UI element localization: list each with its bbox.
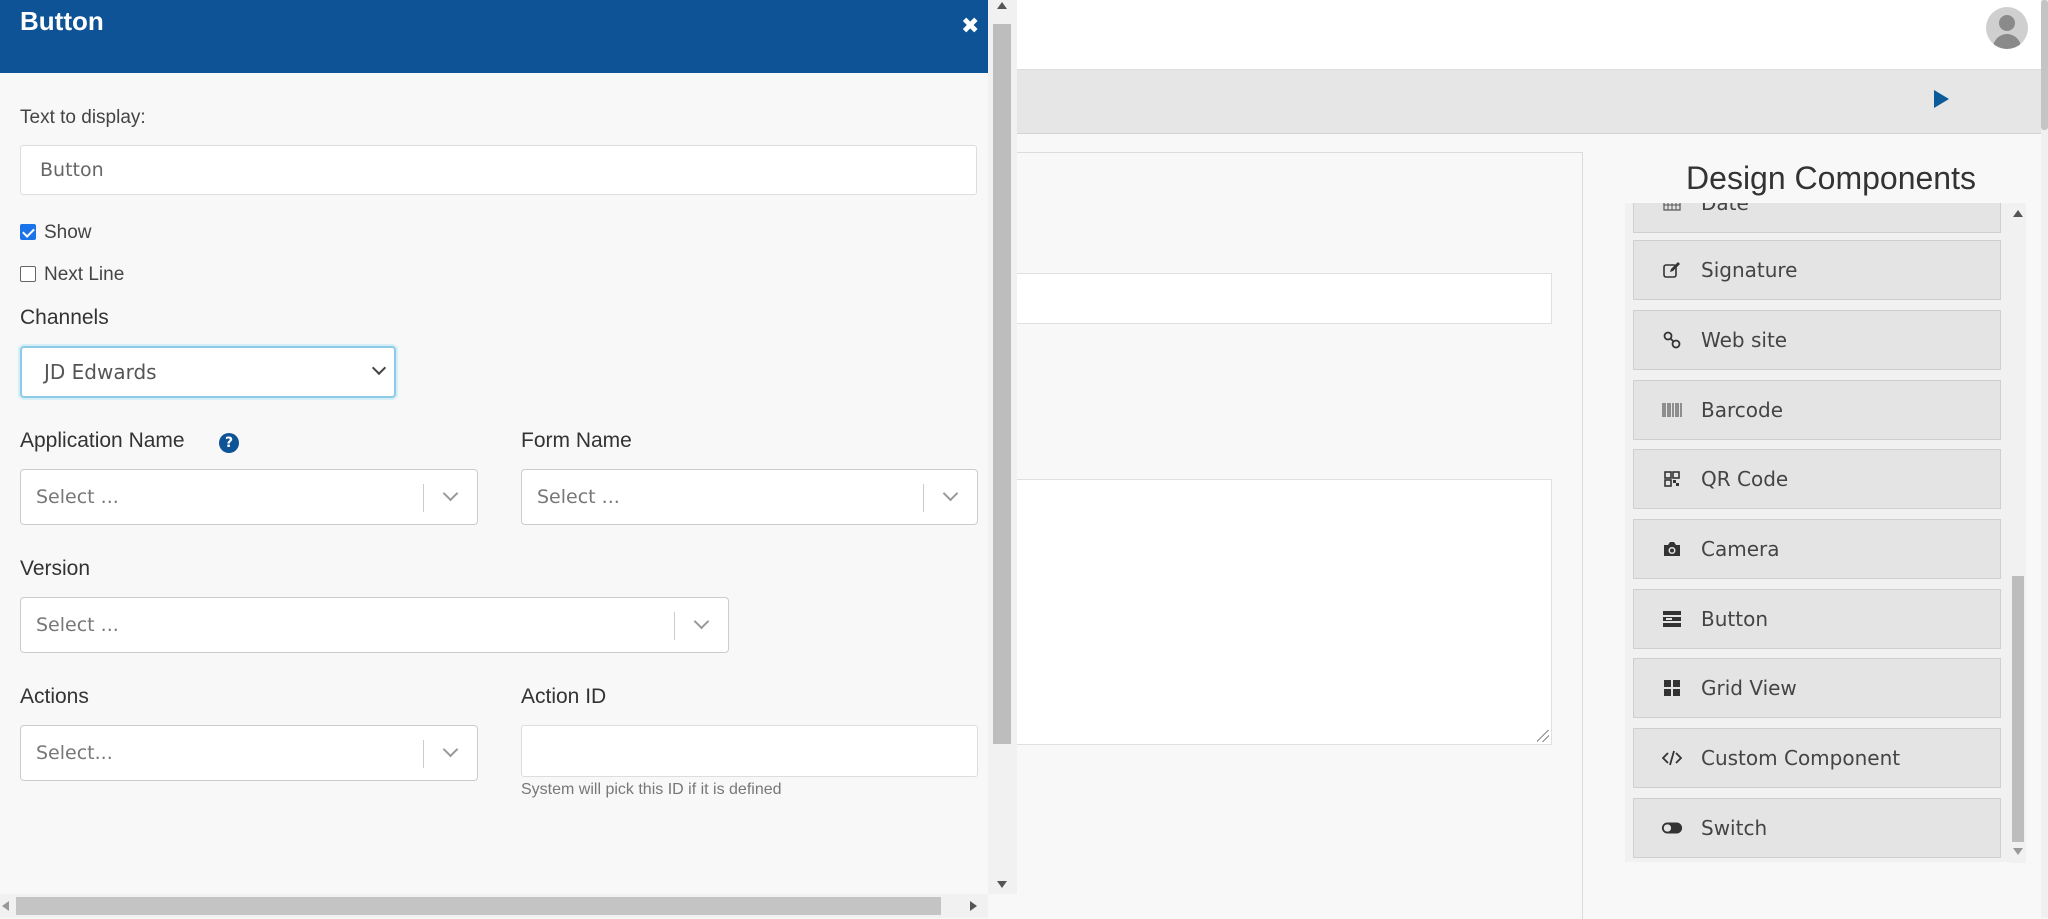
scroll-down-icon[interactable] <box>997 881 1007 888</box>
play-icon[interactable] <box>1934 90 1949 108</box>
grid-icon <box>1661 678 1683 698</box>
component-item-gridview[interactable]: Grid View <box>1633 658 2001 718</box>
qrcode-icon <box>1661 469 1683 489</box>
component-item-barcode[interactable]: Barcode <box>1633 380 2001 440</box>
toggle-icon <box>1661 818 1683 838</box>
text-to-display-input[interactable]: Button <box>20 145 977 195</box>
component-item-qrcode[interactable]: QR Code <box>1633 449 2001 509</box>
chevron-down-icon <box>442 741 459 758</box>
scroll-up-icon[interactable] <box>2013 210 2023 217</box>
component-item-camera[interactable]: Camera <box>1633 519 2001 579</box>
button-properties-modal: Button ✖ Text to display: Button Show Ne… <box>0 0 1017 918</box>
action-id-hint: System will pick this ID if it is define… <box>521 781 782 798</box>
canvas-input-field[interactable] <box>1017 273 1552 324</box>
select-separator <box>423 484 424 512</box>
action-id-label: Action ID <box>521 685 607 708</box>
scroll-down-icon[interactable] <box>2013 848 2023 855</box>
modal-vscroll-thumb[interactable] <box>993 24 1011 744</box>
action-id-input[interactable] <box>521 725 978 777</box>
close-icon[interactable]: ✖ <box>961 14 979 39</box>
application-name-label: Application Name <box>20 429 185 452</box>
component-label: Web site <box>1701 328 1788 352</box>
component-label: Signature <box>1701 258 1798 282</box>
actions-placeholder: Select... <box>36 742 113 764</box>
page-scrollbar-thumb[interactable] <box>2041 0 2048 130</box>
form-name-select[interactable]: Select ... <box>521 469 978 525</box>
page-scrollbar[interactable] <box>2041 0 2048 918</box>
form-name-placeholder: Select ... <box>537 486 620 508</box>
chevron-down-icon <box>942 485 959 502</box>
component-item-website[interactable]: Web site <box>1633 310 2001 370</box>
channels-value: JD Edwards <box>44 360 157 384</box>
app-toolbar <box>1017 70 2041 134</box>
component-item-custom[interactable]: Custom Component <box>1633 728 2001 788</box>
next-line-checkbox[interactable] <box>20 266 36 282</box>
component-item-switch[interactable]: Switch <box>1633 798 2001 858</box>
scroll-right-icon[interactable] <box>970 901 977 911</box>
component-item-button[interactable]: Button <box>1633 589 2001 649</box>
barcode-icon <box>1661 400 1683 420</box>
button-icon <box>1661 609 1683 629</box>
app-topbar <box>1017 0 2048 70</box>
application-name-select[interactable]: Select ... <box>20 469 478 525</box>
component-label: Switch <box>1701 816 1768 840</box>
modal-vertical-scrollbar[interactable] <box>988 0 1017 894</box>
form-name-label: Form Name <box>521 429 632 452</box>
component-label: QR Code <box>1701 467 1789 491</box>
link-icon <box>1661 330 1683 350</box>
component-label: Barcode <box>1701 398 1783 422</box>
resize-handle-icon[interactable] <box>1537 730 1549 742</box>
components-scrollbar[interactable] <box>2010 203 2026 863</box>
channels-select[interactable]: JD Edwards <box>20 346 396 398</box>
select-separator <box>674 612 675 640</box>
components-scrollbar-thumb[interactable] <box>2012 576 2024 842</box>
design-components-title: Design Components <box>1625 153 2037 203</box>
select-separator <box>923 484 924 512</box>
modal-horizontal-scrollbar[interactable] <box>0 894 988 918</box>
edit-icon <box>1661 260 1683 280</box>
show-checkbox[interactable] <box>20 224 36 240</box>
actions-select[interactable]: Select... <box>20 725 478 781</box>
component-label: Camera <box>1701 537 1780 561</box>
application-name-placeholder: Select ... <box>36 486 119 508</box>
select-separator <box>423 740 424 768</box>
channels-label: Channels <box>20 306 109 329</box>
component-label: Button <box>1701 607 1768 631</box>
version-placeholder: Select ... <box>36 614 119 636</box>
camera-icon <box>1661 539 1683 559</box>
chevron-down-icon <box>442 485 459 502</box>
component-label: Custom Component <box>1701 746 1901 770</box>
modal-header: Button ✖ <box>0 0 988 73</box>
text-to-display-label: Text to display: <box>20 107 146 128</box>
chevron-down-icon <box>371 360 387 376</box>
component-item-signature[interactable]: Signature <box>1633 240 2001 300</box>
user-avatar-icon[interactable] <box>1986 7 2028 49</box>
help-icon[interactable]: ? <box>219 433 239 453</box>
text-to-display-value: Button <box>40 159 104 181</box>
version-label: Version <box>20 557 91 580</box>
chevron-down-icon <box>693 613 710 630</box>
actions-label: Actions <box>20 685 89 708</box>
scroll-up-icon[interactable] <box>997 2 1007 9</box>
canvas-textarea-field[interactable] <box>1017 479 1552 745</box>
scroll-left-icon[interactable] <box>2 901 9 911</box>
show-label: Show <box>44 222 92 243</box>
version-select[interactable]: Select ... <box>20 597 729 653</box>
next-line-label: Next Line <box>44 264 125 285</box>
code-icon <box>1661 748 1683 768</box>
modal-title: Button <box>20 6 104 36</box>
component-label: Grid View <box>1701 676 1797 700</box>
modal-hscroll-thumb[interactable] <box>16 897 941 915</box>
